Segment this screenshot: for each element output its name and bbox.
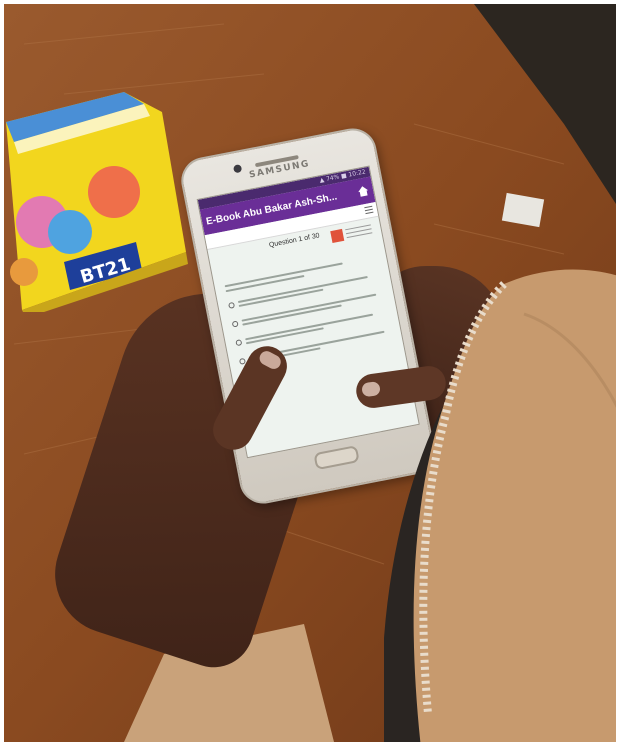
radio-icon[interactable] — [235, 339, 243, 347]
photo-scene: BT21 SAMSUNG ▲ 74% ■ 10:22 E-Book Abu Ba… — [4, 4, 616, 742]
menu-icon[interactable] — [364, 205, 374, 216]
radio-icon[interactable] — [231, 320, 239, 328]
hijab — [384, 269, 616, 742]
home-button[interactable] — [313, 445, 360, 471]
pencil-pouch: BT21 — [6, 92, 188, 312]
logo-mark-icon — [330, 228, 345, 243]
home-icon[interactable] — [356, 184, 370, 198]
radio-icon[interactable] — [228, 301, 236, 309]
